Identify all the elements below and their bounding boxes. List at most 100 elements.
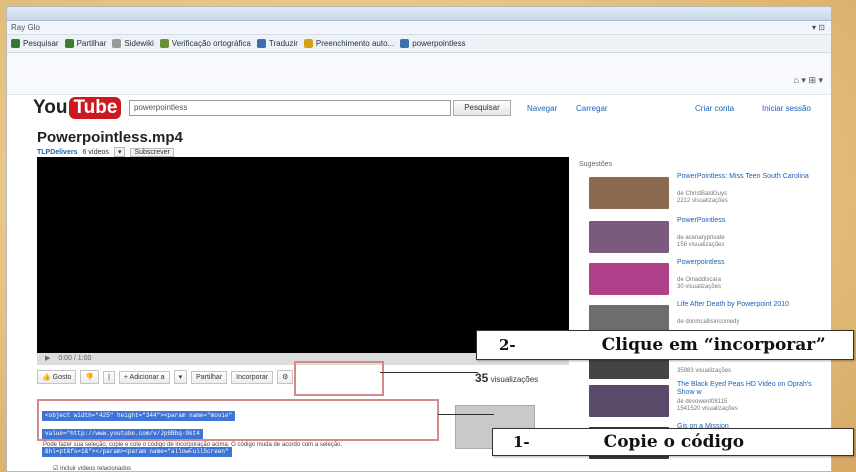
subscribe-button[interactable]: Subscrever xyxy=(130,147,174,157)
suggestion-item[interactable]: Powerpointless de Omaddiscara 30 visualiza… xyxy=(583,259,823,301)
logo-tube: Tube xyxy=(69,97,122,119)
suggestion-author: de acenaryprivate xyxy=(677,235,725,241)
related-videos-label: Incluir vídeos relacionados xyxy=(60,466,132,472)
embed-code-textarea[interactable]: <object width="425" height="344"><param … xyxy=(37,399,439,457)
video-player[interactable] xyxy=(37,157,569,353)
callout-2-number: 2- xyxy=(499,336,516,354)
view-count-label: visualizações xyxy=(490,375,539,384)
suggestion-title[interactable]: Powerpointless xyxy=(677,259,817,267)
toolbar-item-label: Sidewiki xyxy=(124,39,154,48)
toolbar-item-icon xyxy=(303,39,313,48)
suggestion-views: 2212 visualizações xyxy=(677,198,728,204)
create-account-link[interactable]: Criar conta xyxy=(695,104,734,113)
chevron-down-icon[interactable]: ▾ xyxy=(113,147,126,157)
toolbar-item[interactable]: Pesquisar xyxy=(11,39,59,48)
callout-step-2: 2- Clique em “incorporar” xyxy=(476,330,854,360)
toolbar-item-icon xyxy=(112,39,122,48)
toolbar-item[interactable]: Partilhar xyxy=(64,39,107,48)
callout-1-leader xyxy=(438,414,494,415)
callout-2-text: Clique em “incorporar” xyxy=(601,335,826,355)
toolbar-item[interactable]: Traduzir xyxy=(256,39,298,48)
toolbar-item-label: powerpointless xyxy=(412,39,466,48)
callout-2-leader xyxy=(380,372,478,373)
callout-1-text: Copie o código xyxy=(603,432,745,452)
browser-window: Ray Glo ▾ ⊡ Pesquisar Partilhar Sidewiki Ve… xyxy=(6,6,832,472)
player-time: 0:00 / 1:00 xyxy=(58,355,92,362)
suggestion-item[interactable]: PowerPointless: Miss Teen South Carolina… xyxy=(583,173,823,215)
embed-code-line: &hl=pt&fs=1&"></param><param name="allow… xyxy=(42,447,232,457)
youtube-logo[interactable]: You Tube xyxy=(33,97,122,119)
toolbar-item-icon xyxy=(400,39,410,48)
flag-button[interactable]: | xyxy=(103,370,115,384)
nav-browse-link[interactable]: Navegar xyxy=(527,104,557,113)
command-bar: ⌂ ▾ ⊞ ▾ xyxy=(7,53,831,95)
suggestion-author: de devowent08115 xyxy=(677,399,728,405)
suggestion-thumbnail[interactable] xyxy=(589,177,669,209)
embed-code-line: <object width="425" height="344"><param … xyxy=(42,411,236,421)
home-icon[interactable]: ⌂ ▾ ⊞ ▾ xyxy=(793,75,823,86)
suggestion-author: de ChristBaldGuys xyxy=(677,191,728,197)
add-to-button[interactable]: + Adicionar a xyxy=(118,370,170,384)
browser-toolbar: Pesquisar Partilhar Sidewiki Verificação or… xyxy=(7,35,831,53)
callout-1-number: 1- xyxy=(513,433,530,451)
dislike-button[interactable]: 👎 xyxy=(80,370,100,384)
embed-settings-icon[interactable]: ⚙ xyxy=(277,370,294,384)
suggestion-item[interactable]: PowerPointless de acenaryprivate 158 visua… xyxy=(583,217,823,259)
nav-upload-link[interactable]: Carregar xyxy=(576,104,608,113)
address-row: Ray Glo ▾ ⊡ xyxy=(7,21,831,35)
suggestion-author: de donmcallisincomedy xyxy=(677,319,740,325)
toolbar-item-icon xyxy=(11,39,20,48)
sign-in-link[interactable]: Iniciar sessão xyxy=(762,104,811,113)
youtube-header: You Tube powerpointless Pesquisar Navega… xyxy=(7,95,831,123)
embed-highlight xyxy=(294,361,384,396)
channel-row: TLPDelivers 6 vídeos ▾ Subscrever xyxy=(37,147,174,157)
toolbar-item-icon xyxy=(64,39,74,48)
embed-help-text: Pode fazer sua seleção, copie e cole o c… xyxy=(43,442,343,448)
suggestion-thumbnail[interactable] xyxy=(589,385,669,417)
suggestion-thumbnail[interactable] xyxy=(589,263,669,295)
suggestion-views: 1541520 visualizações xyxy=(677,406,738,412)
toolbar-item[interactable]: Sidewiki xyxy=(112,39,154,48)
toolbar-item[interactable]: powerpointless xyxy=(400,39,466,48)
suggestion-views: 158 visualizações xyxy=(677,242,725,248)
channel-link[interactable]: TLPDelivers xyxy=(37,149,77,156)
share-button[interactable]: Partilhar xyxy=(191,370,228,384)
videos-count[interactable]: 6 vídeos xyxy=(82,149,108,156)
related-videos-checkbox[interactable]: ☑ Incluir vídeos relacionados xyxy=(53,465,132,472)
like-label: Gosto xyxy=(52,374,72,381)
add-to-dropdown[interactable]: ▾ xyxy=(173,370,188,384)
search-button[interactable]: Pesquisar xyxy=(453,100,511,116)
callout-step-1: 1- Copie o código xyxy=(492,428,854,456)
suggestion-views: 30 visualizações xyxy=(677,284,722,290)
suggestion-item[interactable]: The Black Eyed Peas HD Video on Oprah's … xyxy=(583,381,823,423)
embed-code-line: value="http://www.youtube.com/v/Jp6Bbq-9… xyxy=(42,429,203,439)
logo-you: You xyxy=(33,97,68,118)
suggestion-title[interactable]: PowerPointless xyxy=(677,217,817,225)
browser-titlebar xyxy=(7,7,831,21)
toolbar-item-label: Traduzir xyxy=(268,39,298,48)
toolbar-item-label: Partilhar xyxy=(76,39,107,48)
suggestion-title[interactable]: Life After Death by Powerpoint 2010 xyxy=(677,301,817,309)
address-text[interactable]: Ray Glo xyxy=(11,23,40,32)
play-icon[interactable]: ▶ xyxy=(45,355,50,362)
toolbar-item[interactable]: Verificação ortográfica xyxy=(159,39,251,48)
like-button[interactable]: 👍 Gosto xyxy=(37,370,77,384)
suggestion-views: 35983 visualizações xyxy=(677,368,732,374)
toolbar-item-label: Pesquisar xyxy=(23,39,59,48)
suggestion-author: de Omaddiscara xyxy=(677,277,722,283)
embed-button[interactable]: Incorporar xyxy=(231,370,274,384)
toolbar-item-icon xyxy=(159,39,169,48)
view-count-number: 35 xyxy=(475,371,489,385)
suggestion-thumbnail[interactable] xyxy=(589,221,669,253)
video-title: Powerpointless.mp4 xyxy=(37,129,183,146)
address-go-icon[interactable]: ▾ ⊡ xyxy=(812,23,831,32)
view-count: 35 visualizações xyxy=(475,371,538,385)
toolbar-item-label: Preenchimento auto... xyxy=(315,39,395,48)
search-input[interactable]: powerpointless xyxy=(129,100,451,116)
suggestion-title[interactable]: PowerPointless: Miss Teen South Carolina xyxy=(677,173,817,181)
suggestion-title[interactable]: The Black Eyed Peas HD Video on Oprah's … xyxy=(677,381,817,397)
toolbar-item-icon xyxy=(256,39,266,48)
toolbar-item[interactable]: Preenchimento auto... xyxy=(303,39,395,48)
toolbar-item-label: Verificação ortográfica xyxy=(171,39,251,48)
suggestions-label: Sugestões xyxy=(579,161,613,168)
